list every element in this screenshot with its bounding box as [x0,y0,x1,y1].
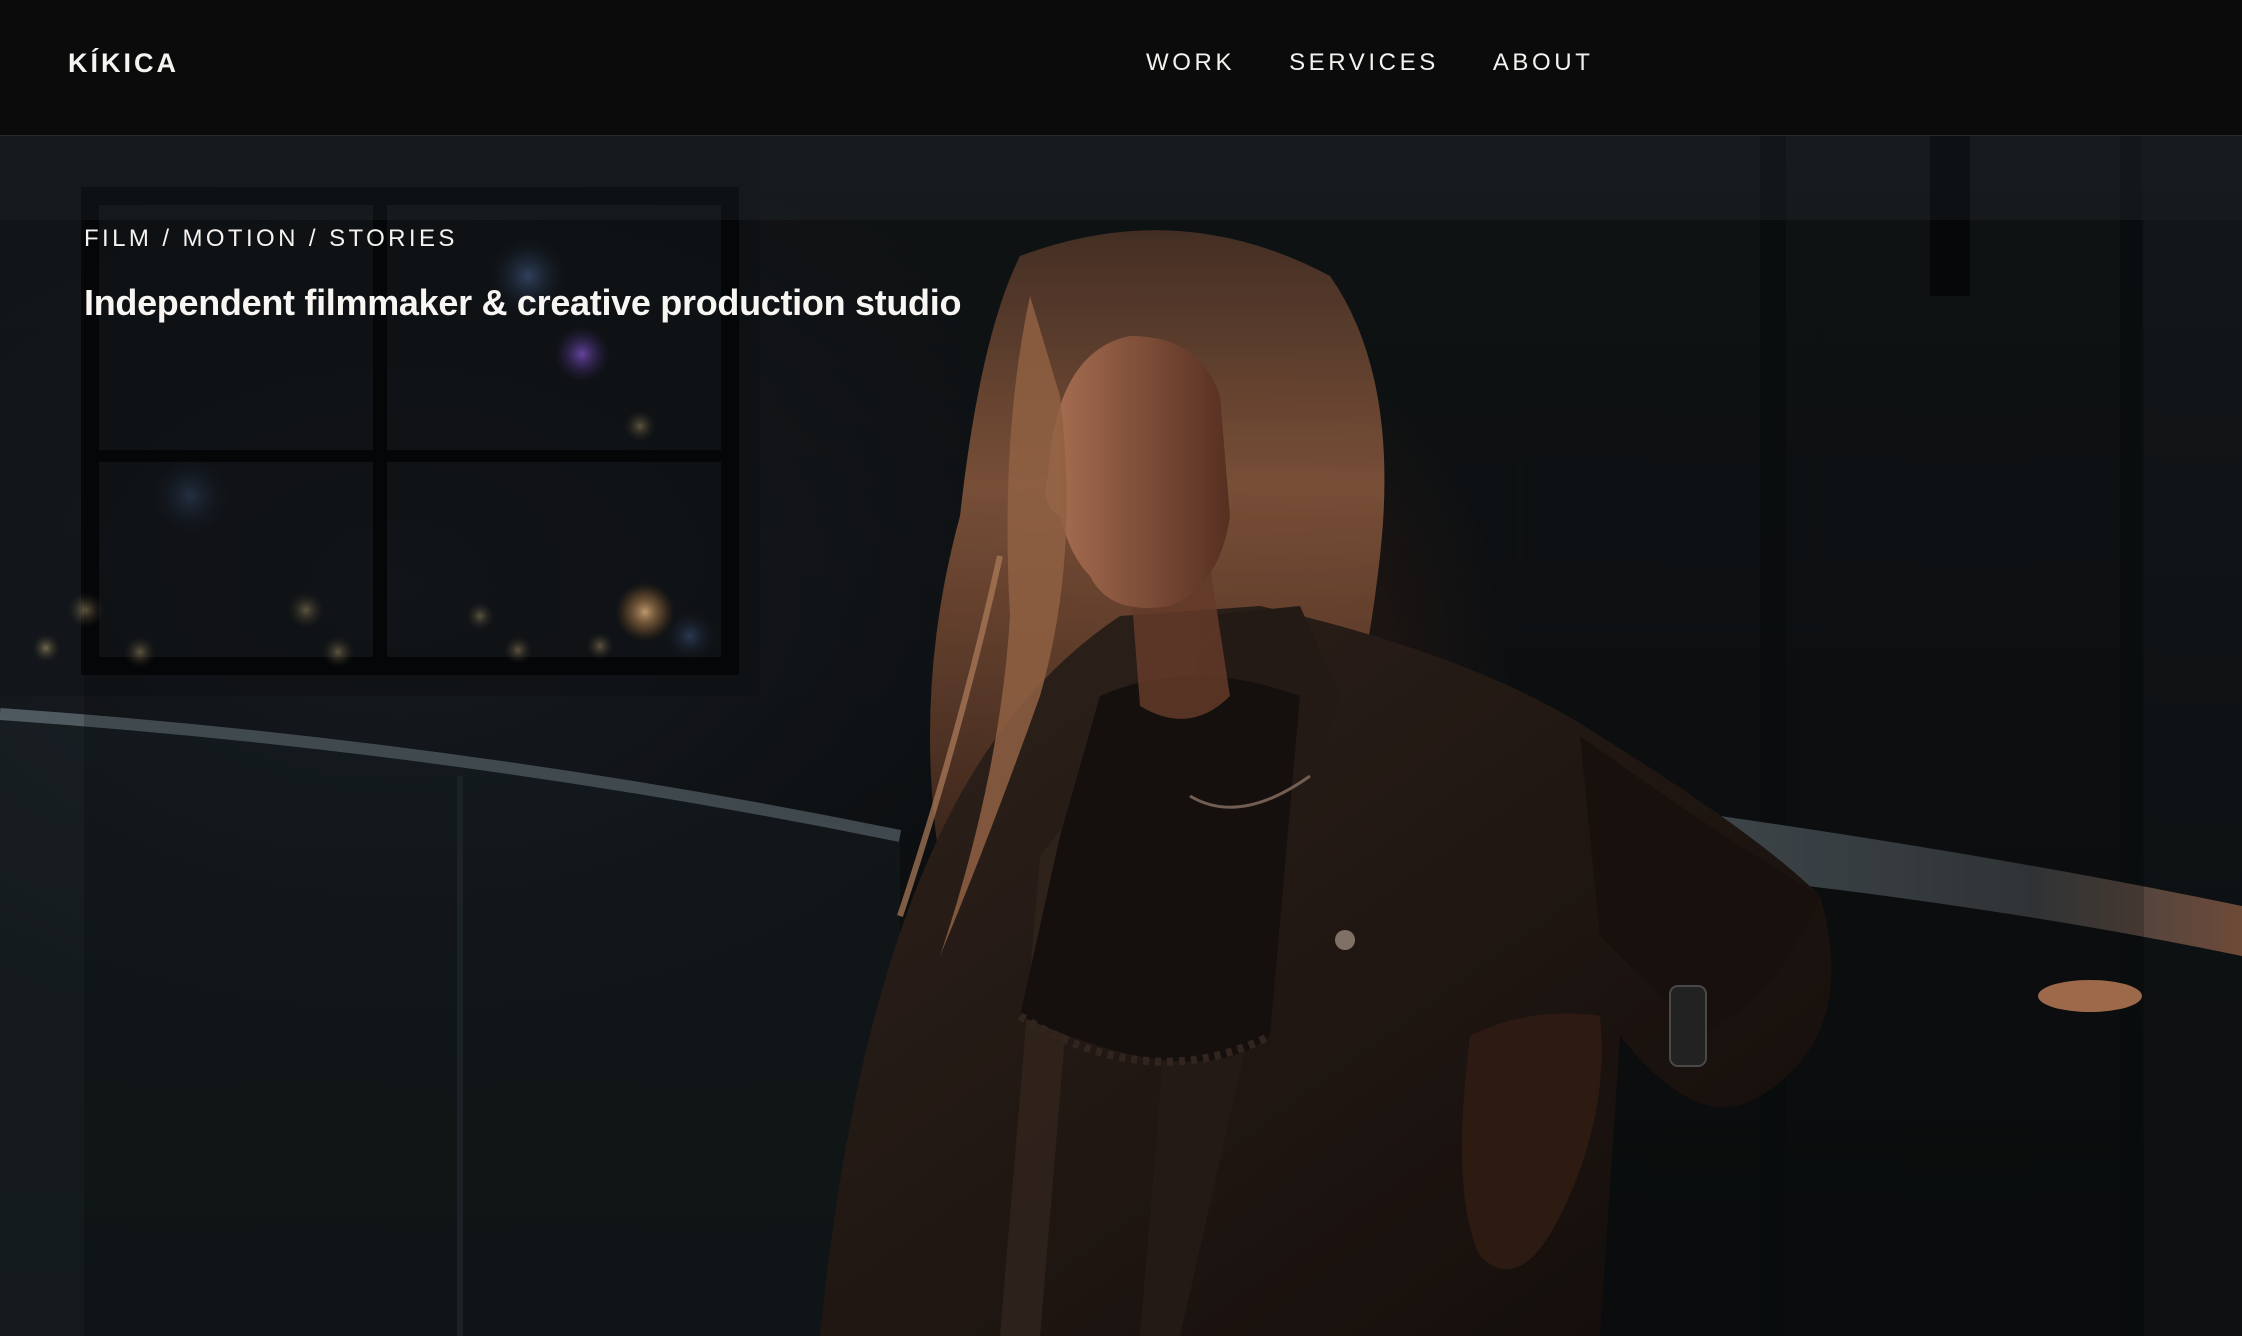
nav-item-services[interactable]: SERVICES [1289,47,1439,79]
hero-section: FILM / MOTION / STORIES Independent film… [0,136,2242,1336]
brand-logo[interactable]: KÍKICA [68,47,179,79]
hero-eyebrow: FILM / MOTION / STORIES [84,225,458,252]
nav-item-work[interactable]: WORK [1146,47,1235,79]
main-nav: WORK SERVICES ABOUT [1146,47,1594,79]
nav-item-about[interactable]: ABOUT [1493,47,1594,79]
site-header: KÍKICA WORK SERVICES ABOUT [0,0,2242,136]
hero-tagline: Independent filmmaker & creative product… [84,282,962,323]
hero-top-band [0,136,2242,220]
hero-overlay [84,220,2144,1336]
